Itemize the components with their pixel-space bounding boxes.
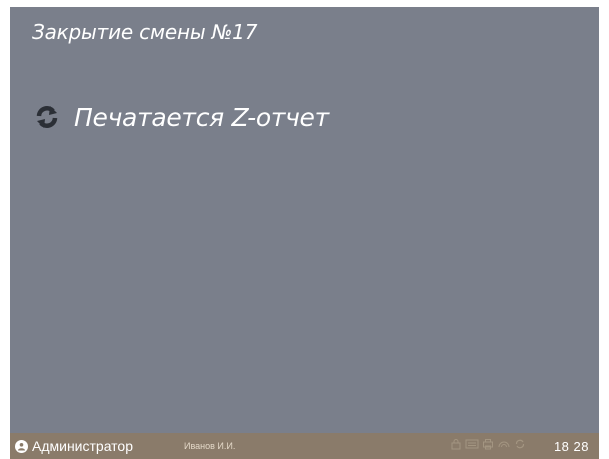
status-bar: Администратор Иванов И.И. 18 28 [10, 433, 599, 459]
cashier-name: Иванов И.И. [184, 441, 236, 451]
status-message: Печатается Z-отчет [34, 99, 329, 135]
sync-icon [514, 437, 526, 455]
user-role[interactable]: Администратор [15, 433, 133, 459]
main-screen: Закрытие смены №17 Печатается Z-отчет [10, 7, 599, 433]
user-icon [15, 439, 28, 453]
lock-icon [450, 437, 462, 455]
system-tray [450, 433, 526, 459]
clock: 18 28 [553, 438, 589, 454]
network-icon [497, 437, 511, 455]
role-label: Администратор [32, 438, 134, 454]
keyboard-icon [465, 437, 479, 455]
printer-icon [482, 437, 494, 455]
page-title: Закрытие смены №17 [32, 20, 258, 44]
status-text: Печатается Z-отчет [74, 102, 329, 132]
refresh-icon [34, 104, 60, 130]
